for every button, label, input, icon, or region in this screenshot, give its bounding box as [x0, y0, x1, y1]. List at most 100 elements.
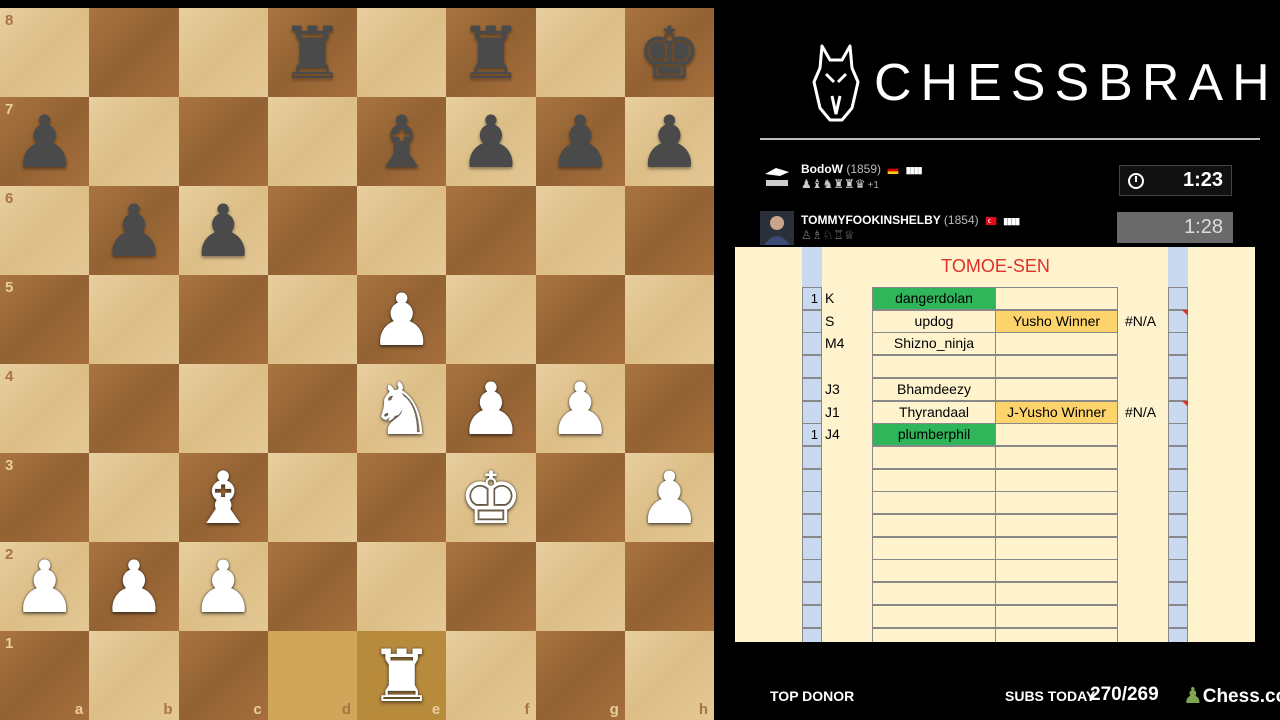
square-b5[interactable] [89, 275, 179, 364]
square-c5[interactable] [178, 275, 268, 364]
square-b1[interactable]: b [89, 631, 179, 720]
black-pawn-icon[interactable]: ♟ [637, 106, 702, 178]
square-h3[interactable]: ♟ [624, 453, 714, 542]
square-a2[interactable]: 2 ♟ [0, 542, 90, 631]
square-e3[interactable] [357, 453, 447, 542]
black-pawn-icon[interactable]: ♟ [102, 195, 167, 267]
square-g2[interactable] [535, 542, 625, 631]
player-cell[interactable] [872, 559, 996, 583]
winner-cell[interactable] [995, 536, 1118, 560]
square-e7[interactable]: ♝ [357, 97, 447, 186]
winner-cell[interactable] [995, 355, 1118, 379]
square-e4[interactable]: ♞ [357, 364, 447, 453]
white-pawn-icon[interactable]: ♟ [102, 551, 167, 623]
square-h6[interactable] [624, 186, 714, 275]
square-c7[interactable] [178, 97, 268, 186]
player-cell[interactable]: dangerdolan [872, 287, 996, 310]
square-a8[interactable]: 8 [0, 8, 90, 97]
winner-cell[interactable] [995, 627, 1118, 642]
white-pawn-icon[interactable]: ♟ [12, 551, 77, 623]
square-h8[interactable]: ♚ [624, 8, 714, 97]
player-cell[interactable] [872, 468, 996, 492]
white-bishop-icon[interactable]: ♝ [191, 462, 256, 534]
player-cell[interactable]: Bhamdeezy [872, 377, 996, 401]
winner-cell[interactable] [995, 287, 1118, 310]
square-c3[interactable]: ♝ [178, 453, 268, 542]
winner-cell[interactable] [995, 514, 1118, 537]
square-h7[interactable]: ♟ [624, 97, 714, 186]
player-cell[interactable] [872, 355, 996, 379]
player-cell[interactable]: Shizno_ninja [872, 332, 996, 356]
square-c6[interactable]: ♟ [178, 186, 268, 275]
square-a1[interactable]: 1a [0, 631, 90, 720]
winner-cell[interactable]: Yusho Winner [995, 309, 1118, 333]
black-pawn-icon[interactable]: ♟ [548, 106, 613, 178]
player-cell[interactable]: plumberphil [872, 423, 996, 447]
square-h1[interactable]: h [624, 631, 714, 720]
square-g1[interactable]: g [535, 631, 625, 720]
square-a4[interactable]: 4 [0, 364, 90, 453]
square-e8[interactable] [357, 8, 447, 97]
white-pawn-icon[interactable]: ♟ [637, 462, 702, 534]
square-d5[interactable] [267, 275, 357, 364]
square-h2[interactable] [624, 542, 714, 631]
winner-cell[interactable] [995, 582, 1118, 606]
white-rook-icon[interactable]: ♜ [369, 640, 434, 712]
square-h5[interactable] [624, 275, 714, 364]
square-d2[interactable] [267, 542, 357, 631]
player-cell[interactable] [872, 627, 996, 642]
player-name[interactable]: TOMMYFOOKINSHELBY (1854) ▮▮▮▮ [801, 213, 1020, 227]
square-b8[interactable] [89, 8, 179, 97]
square-d8[interactable]: ♜ [267, 8, 357, 97]
square-e2[interactable] [357, 542, 447, 631]
white-king-icon[interactable]: ♚ [459, 462, 524, 534]
winner-cell[interactable] [995, 332, 1118, 356]
square-c8[interactable] [178, 8, 268, 97]
black-king-icon[interactable]: ♚ [637, 17, 702, 89]
winner-cell[interactable] [995, 423, 1118, 447]
player-cell[interactable] [872, 445, 996, 469]
player-name[interactable]: BodoW (1859) ▮▮▮▮ [801, 162, 923, 176]
square-g4[interactable]: ♟ [535, 364, 625, 453]
white-pawn-icon[interactable]: ♟ [459, 373, 524, 445]
square-b3[interactable] [89, 453, 179, 542]
winner-cell[interactable] [995, 559, 1118, 583]
square-g8[interactable] [535, 8, 625, 97]
player-cell[interactable] [872, 582, 996, 606]
square-f1[interactable]: f [446, 631, 536, 720]
black-rook-icon[interactable]: ♜ [280, 17, 345, 89]
square-g7[interactable]: ♟ [535, 97, 625, 186]
square-e5[interactable]: ♟ [357, 275, 447, 364]
square-a5[interactable]: 5 [0, 275, 90, 364]
square-c1[interactable]: c [178, 631, 268, 720]
black-pawn-icon[interactable]: ♟ [191, 195, 256, 267]
player-cell[interactable] [872, 604, 996, 628]
black-bishop-icon[interactable]: ♝ [369, 106, 434, 178]
square-e6[interactable] [357, 186, 447, 275]
square-f3[interactable]: ♚ [446, 453, 536, 542]
player-cell[interactable] [872, 491, 996, 515]
square-f2[interactable] [446, 542, 536, 631]
black-pawn-icon[interactable]: ♟ [459, 106, 524, 178]
square-a6[interactable]: 6 [0, 186, 90, 275]
chess-board[interactable]: 8 ♜ ♜ ♚ 7 ♟ ♝ ♟ ♟ ♟ 6 ♟ ♟ 5 ♟ 4 ♞ ♟ ♟ 3 ♝ ♚ ♟ 2 ♟ ♟ ♟ 1 a b c d e ♜ f g h [0, 8, 714, 720]
square-c2[interactable]: ♟ [178, 542, 268, 631]
winner-cell[interactable] [995, 604, 1118, 628]
square-f7[interactable]: ♟ [446, 97, 536, 186]
square-d7[interactable] [267, 97, 357, 186]
square-d6[interactable] [267, 186, 357, 275]
square-b6[interactable]: ♟ [89, 186, 179, 275]
player-cell[interactable] [872, 514, 996, 537]
square-a3[interactable]: 3 [0, 453, 90, 542]
player-cell[interactable]: Thyrandaal [872, 400, 996, 424]
square-f5[interactable] [446, 275, 536, 364]
winner-cell[interactable] [995, 468, 1118, 492]
square-f8[interactable]: ♜ [446, 8, 536, 97]
player-cell[interactable] [872, 536, 996, 560]
square-e1[interactable]: e ♜ [357, 631, 447, 720]
square-g5[interactable] [535, 275, 625, 364]
winner-cell[interactable] [995, 445, 1118, 469]
square-f6[interactable] [446, 186, 536, 275]
square-d1[interactable]: d [267, 631, 357, 720]
player-cell[interactable]: updog [872, 309, 996, 333]
